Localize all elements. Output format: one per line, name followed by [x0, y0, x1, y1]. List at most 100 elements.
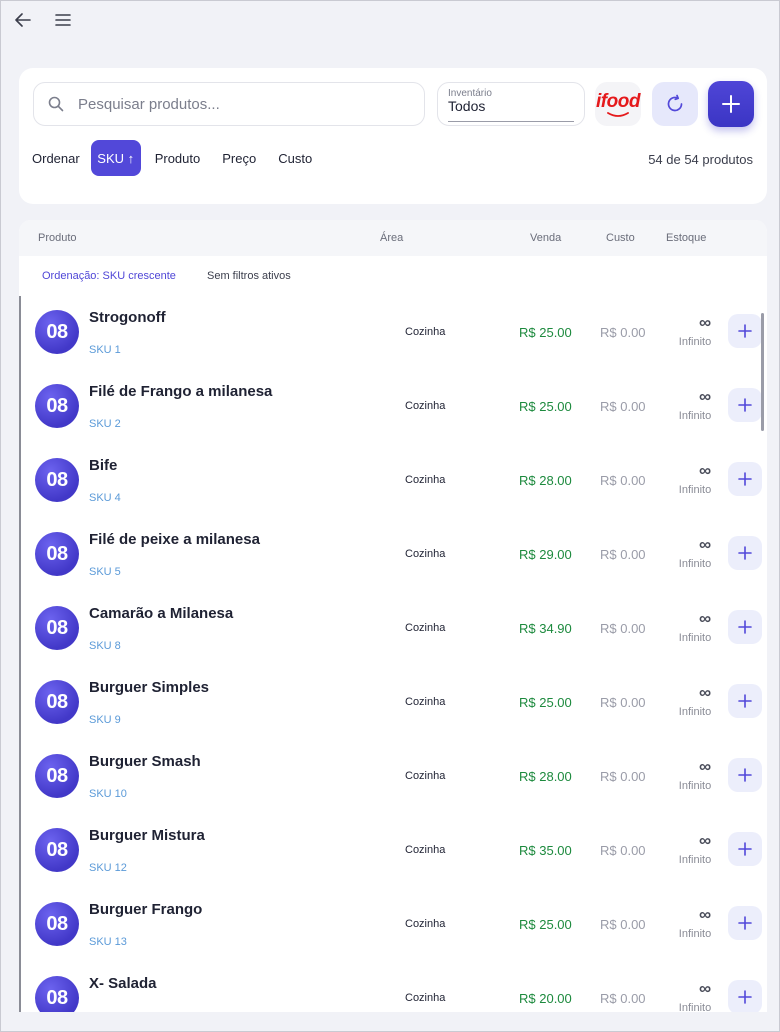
- filter-info: Sem filtros ativos: [207, 270, 291, 282]
- plus-icon: [738, 472, 752, 486]
- plus-icon: [722, 95, 740, 113]
- add-to-order-button[interactable]: [728, 610, 762, 644]
- product-sale-price: R$ 25.00: [519, 917, 572, 932]
- product-name: Burguer Frango: [89, 901, 203, 918]
- product-sale-price: R$ 25.00: [519, 399, 572, 414]
- product-row[interactable]: 08 Burguer Smash SKU 10 Cozinha R$ 28.00…: [19, 740, 767, 814]
- sort-option-custo[interactable]: Custo: [278, 151, 312, 166]
- product-sale-price: R$ 34.90: [519, 621, 572, 636]
- sort-bar: Ordenar SKU ↑ Produto Preço Custo: [32, 140, 334, 176]
- scrollbar[interactable]: [761, 313, 764, 431]
- product-area: Cozinha: [405, 474, 446, 486]
- product-cost: R$ 0.00: [600, 695, 646, 710]
- product-row[interactable]: 08 Camarão a Milanesa SKU 8 Cozinha R$ 3…: [19, 592, 767, 666]
- search-icon: [48, 96, 64, 112]
- product-area: Cozinha: [405, 992, 446, 1004]
- search-input[interactable]: [78, 95, 378, 113]
- product-row[interactable]: 08 X- Salada Cozinha R$ 20.00 R$ 0.00 ∞ …: [19, 962, 767, 1012]
- infinity-icon: ∞: [698, 757, 712, 776]
- product-cost: R$ 0.00: [600, 917, 646, 932]
- table-header: Produto Área Venda Custo Estoque: [19, 220, 767, 256]
- product-name: Strogonoff: [89, 309, 166, 326]
- sort-option-produto[interactable]: Produto: [155, 151, 201, 166]
- plus-icon: [738, 546, 752, 560]
- header-stock: Estoque: [666, 232, 707, 244]
- product-badge: 08: [35, 680, 79, 724]
- product-name: Burguer Mistura: [89, 827, 205, 844]
- product-name: Burguer Simples: [89, 679, 210, 696]
- product-area: Cozinha: [405, 548, 446, 560]
- plus-icon: [738, 916, 752, 930]
- add-to-order-button[interactable]: [728, 980, 762, 1012]
- product-badge: 08: [35, 606, 79, 650]
- inventory-select[interactable]: Inventário Todos: [437, 82, 585, 126]
- infinity-icon: ∞: [698, 831, 712, 850]
- product-row[interactable]: 08 Filé de Frango a milanesa SKU 2 Cozin…: [19, 370, 767, 444]
- plus-icon: [738, 324, 752, 338]
- menu-button[interactable]: [50, 8, 76, 32]
- product-row[interactable]: 08 Burguer Mistura SKU 12 Cozinha R$ 35.…: [19, 814, 767, 888]
- product-sale-price: R$ 29.00: [519, 547, 572, 562]
- product-cost: R$ 0.00: [600, 325, 646, 340]
- product-sale-price: R$ 28.00: [519, 769, 572, 784]
- product-sku: SKU 2: [89, 418, 121, 430]
- add-to-order-button[interactable]: [728, 536, 762, 570]
- plus-icon: [738, 694, 752, 708]
- product-area: Cozinha: [405, 770, 446, 782]
- ifood-smile-icon: [607, 112, 629, 117]
- plus-icon: [738, 768, 752, 782]
- product-stock: Infinito: [678, 484, 712, 496]
- sort-option-preco[interactable]: Preço: [222, 151, 256, 166]
- hamburger-icon: [55, 14, 71, 26]
- refresh-icon: [667, 94, 683, 112]
- plus-icon: [738, 842, 752, 856]
- product-badge: 08: [35, 458, 79, 502]
- refresh-button[interactable]: [652, 82, 698, 126]
- plus-icon: [738, 620, 752, 634]
- product-sku: SKU 12: [89, 862, 127, 874]
- infinity-icon: ∞: [698, 461, 712, 480]
- product-row[interactable]: 08 Strogonoff SKU 1 Cozinha R$ 25.00 R$ …: [19, 296, 767, 370]
- ifood-button[interactable]: ifood: [595, 82, 641, 126]
- product-cost: R$ 0.00: [600, 399, 646, 414]
- inventory-value: Todos: [448, 98, 486, 114]
- product-badge: 08: [35, 828, 79, 872]
- add-to-order-button[interactable]: [728, 832, 762, 866]
- product-badge: 08: [35, 384, 79, 428]
- infinity-icon: ∞: [698, 387, 712, 406]
- arrow-left-icon: [15, 13, 31, 27]
- product-area: Cozinha: [405, 696, 446, 708]
- product-stock: Infinito: [678, 780, 712, 792]
- product-cost: R$ 0.00: [600, 769, 646, 784]
- infinity-icon: ∞: [698, 313, 712, 332]
- ifood-logo: ifood: [596, 91, 640, 112]
- add-to-order-button[interactable]: [728, 388, 762, 422]
- product-row[interactable]: 08 Burguer Simples SKU 9 Cozinha R$ 25.0…: [19, 666, 767, 740]
- add-to-order-button[interactable]: [728, 906, 762, 940]
- back-button[interactable]: [10, 8, 36, 32]
- product-cost: R$ 0.00: [600, 621, 646, 636]
- header-product: Produto: [38, 232, 77, 244]
- sort-info[interactable]: Ordenação: SKU crescente: [42, 270, 176, 282]
- filter-card: Inventário Todos ifood Ordenar SKU ↑ Pro…: [19, 68, 767, 204]
- add-to-order-button[interactable]: [728, 314, 762, 348]
- product-area: Cozinha: [405, 622, 446, 634]
- add-to-order-button[interactable]: [728, 684, 762, 718]
- add-to-order-button[interactable]: [728, 462, 762, 496]
- product-sku: SKU 5: [89, 566, 121, 578]
- product-badge: 08: [35, 902, 79, 946]
- product-badge: 08: [35, 310, 79, 354]
- product-row[interactable]: 08 Filé de peixe a milanesa SKU 5 Cozinh…: [19, 518, 767, 592]
- product-stock: Infinito: [678, 706, 712, 718]
- product-stock: Infinito: [678, 558, 712, 570]
- product-sale-price: R$ 20.00: [519, 991, 572, 1006]
- infinity-icon: ∞: [698, 979, 712, 998]
- product-row[interactable]: 08 Burguer Frango SKU 13 Cozinha R$ 25.0…: [19, 888, 767, 962]
- add-to-order-button[interactable]: [728, 758, 762, 792]
- search-box[interactable]: [33, 82, 425, 126]
- sort-option-sku[interactable]: SKU ↑: [90, 140, 141, 176]
- product-badge: 08: [35, 532, 79, 576]
- product-row[interactable]: 08 Bife SKU 4 Cozinha R$ 28.00 R$ 0.00 ∞…: [19, 444, 767, 518]
- product-sale-price: R$ 28.00: [519, 473, 572, 488]
- add-product-button[interactable]: [708, 81, 754, 127]
